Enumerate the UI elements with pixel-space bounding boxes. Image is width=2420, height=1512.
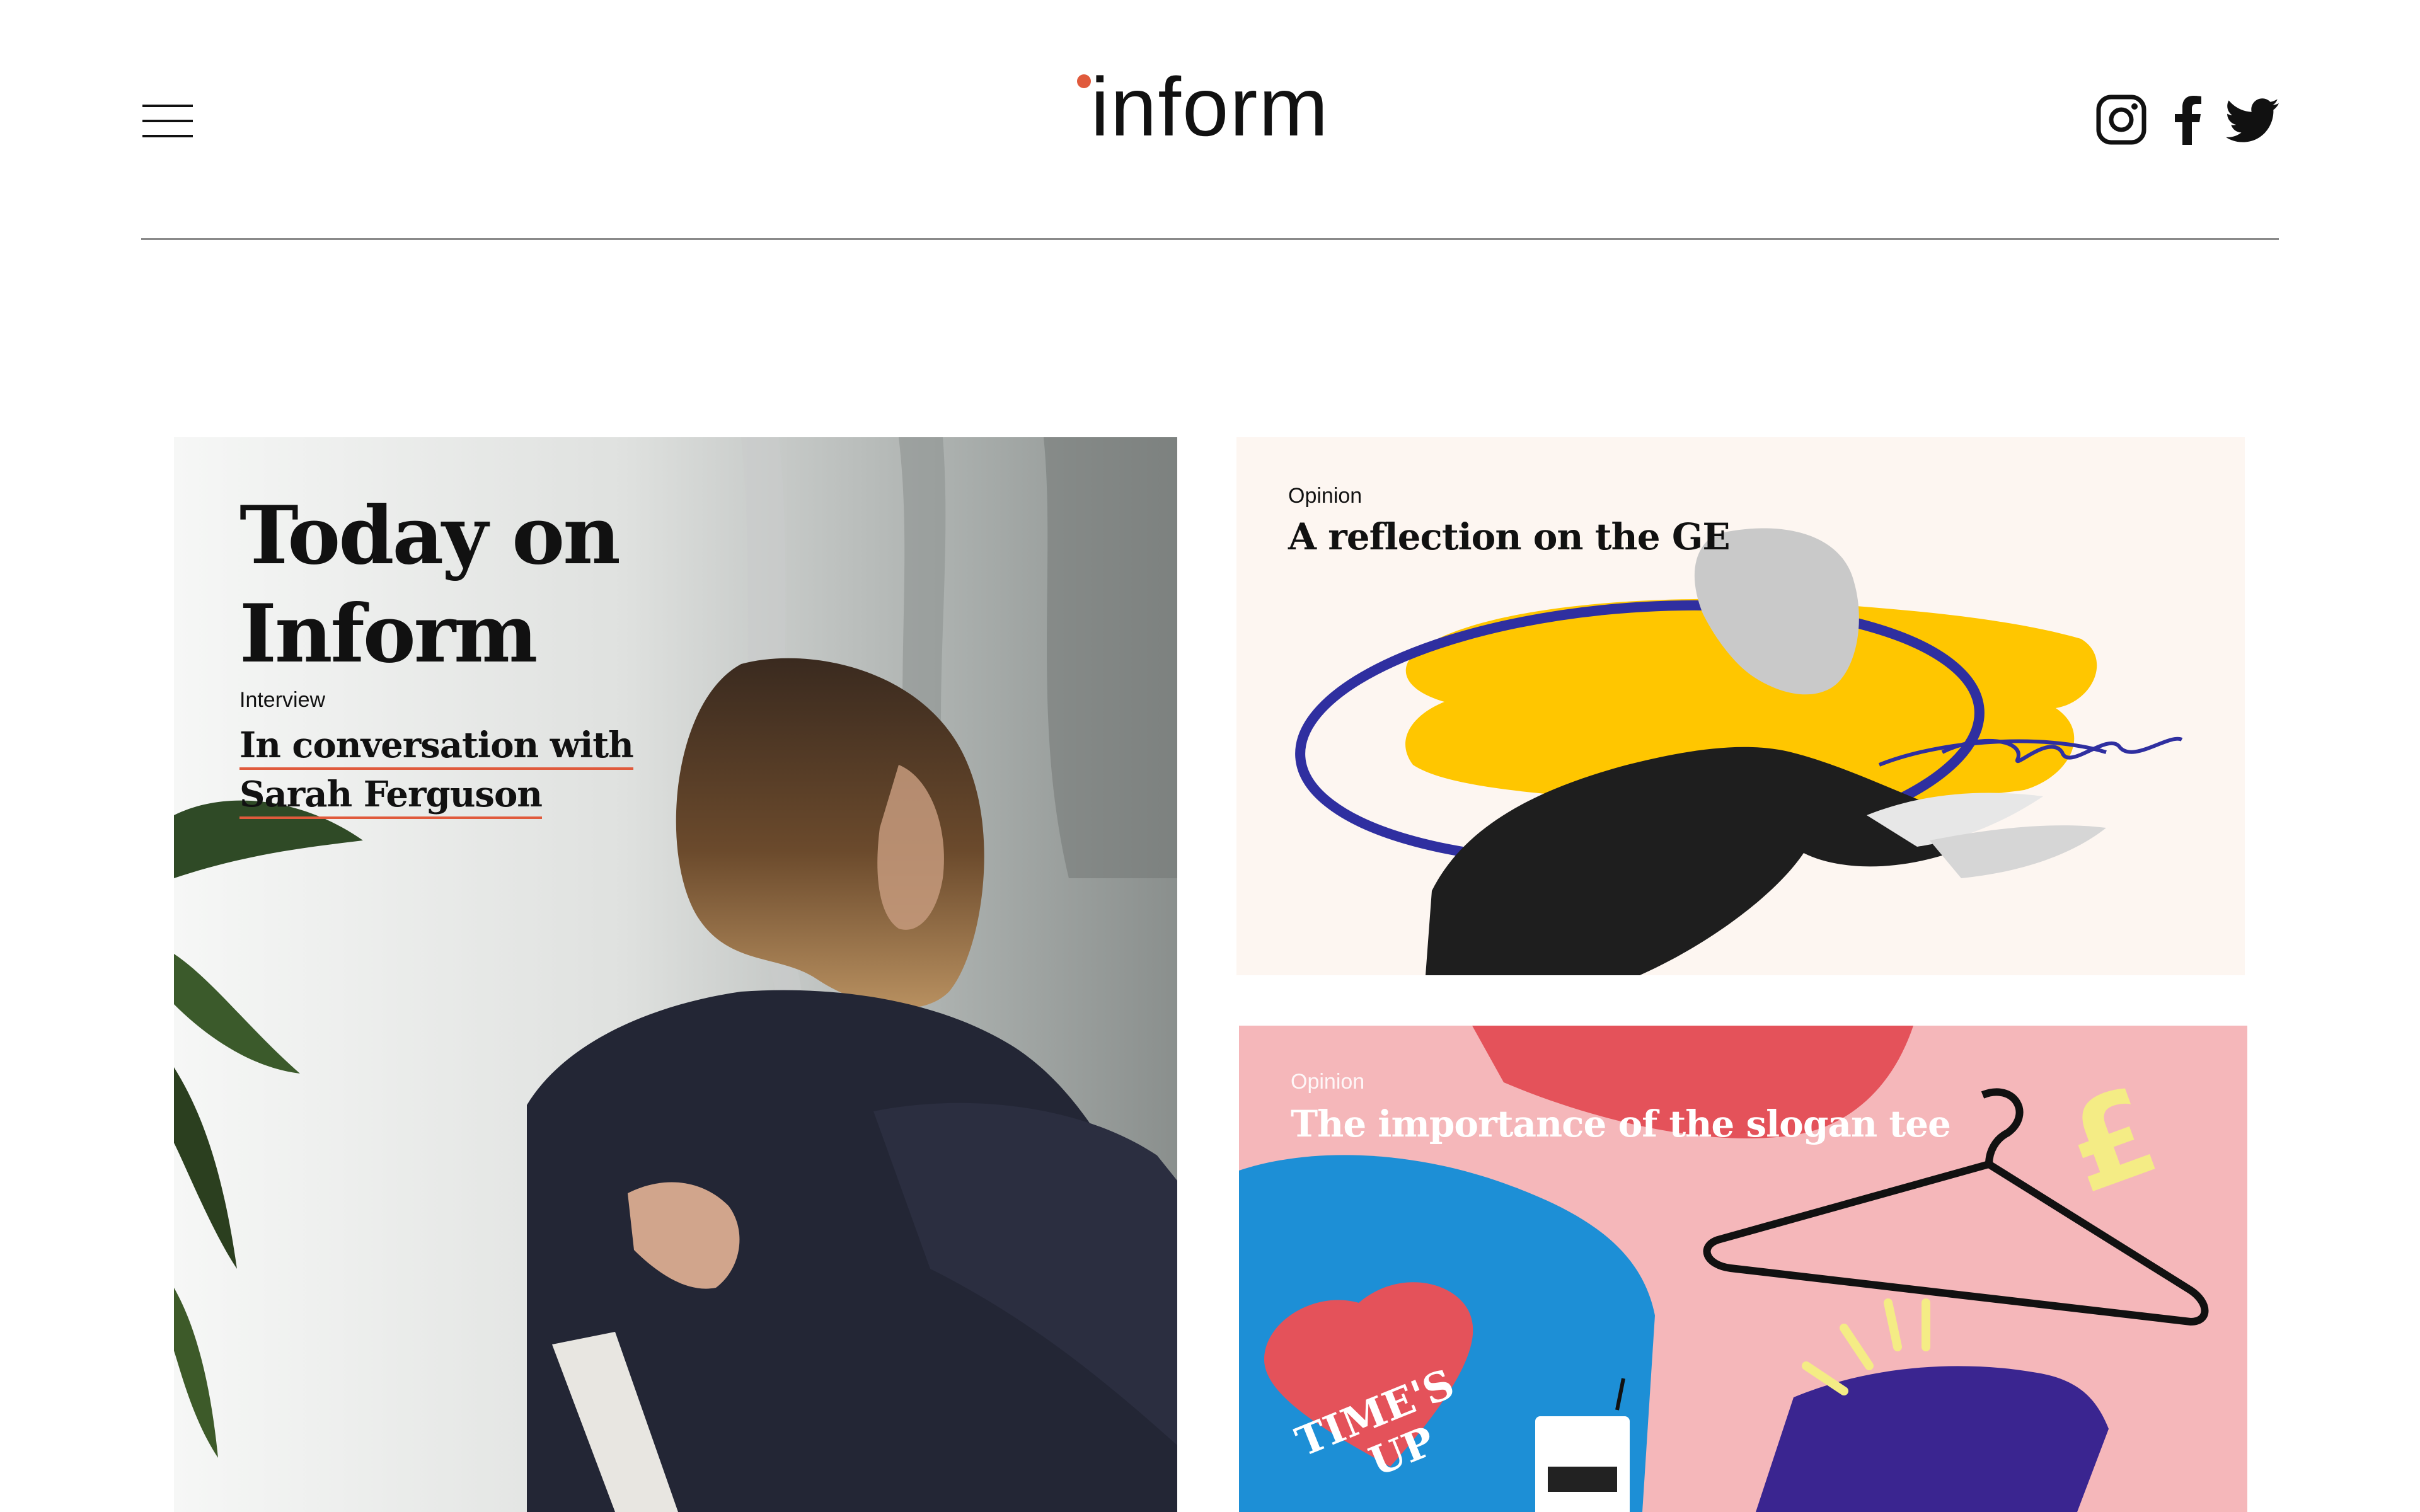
facebook-icon[interactable] [2172,94,2203,145]
svg-text:£: £ [2048,1061,2174,1220]
article-card-slogan-tee[interactable]: £ TIME'S UP Opinion The importance of th… [1239,1026,2247,1512]
site-logo[interactable]: inform [1065,57,1355,158]
page: inform Today on Inform Interview In conv… [0,0,2420,1512]
hamburger-menu-icon[interactable] [142,105,193,137]
hero-category: Interview [239,688,326,712]
card-title-link[interactable]: A reflection on the GE [1288,515,1731,558]
article-card-ge[interactable]: Opinion A reflection on the GE [1236,437,2245,975]
twitter-icon[interactable] [2226,94,2279,145]
hero-feature[interactable]: Today on Inform Interview In conversatio… [174,437,1177,1512]
slogan-tee-illustration: £ TIME'S UP [1239,1026,2209,1512]
hero-title: Today on Inform [239,489,621,680]
logo-accent-dot [1077,74,1091,88]
instagram-icon[interactable] [2096,94,2146,145]
header-divider [141,238,2279,240]
hero-headline-line1[interactable]: In conversation with [239,724,634,770]
card-title-link[interactable]: The importance of the slogan tee [1291,1102,1951,1145]
card-category: Opinion [1291,1070,1365,1094]
card-category: Opinion [1288,484,1363,508]
site-header: inform [0,0,2420,241]
hero-headline-link[interactable]: In conversation with Sarah Ferguson [239,721,681,819]
hero-headline-line2[interactable]: Sarah Ferguson [239,774,543,819]
